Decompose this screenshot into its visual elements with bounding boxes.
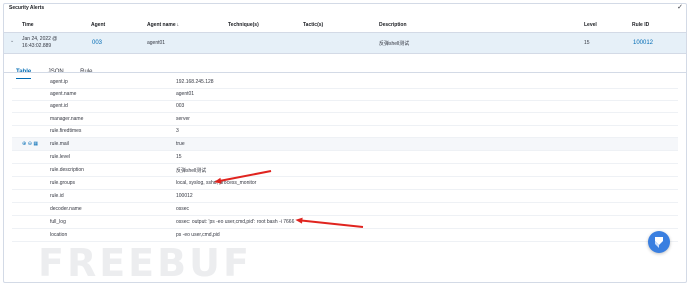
detail-row: full_log ossec: output: 'ps -eo user,cmd… xyxy=(12,216,678,229)
detail-row: rule.description 反弹shell测试 xyxy=(12,164,678,177)
detail-row: ⊕⊖▦ rule.mail true xyxy=(12,138,678,151)
detail-row: agent.id 003 xyxy=(12,100,678,113)
detail-key: rule.mail xyxy=(50,141,69,147)
time-cell: Jan 24, 2022 @ 16:43:02.889 xyxy=(22,36,57,50)
wazuh-logo-icon[interactable] xyxy=(648,231,670,253)
detail-key: agent.id xyxy=(50,103,68,109)
detail-key: rule.level xyxy=(50,154,71,160)
check-icon[interactable]: ✓ xyxy=(677,4,683,11)
rule-id-link[interactable]: 100012 xyxy=(633,40,653,46)
column-level[interactable]: Level xyxy=(584,22,597,28)
detail-value: ps -eo user,cmd,pid xyxy=(176,232,220,238)
column-description[interactable]: Description xyxy=(379,22,407,28)
description-cell: 反弹shell测试 xyxy=(379,41,410,47)
detail-value: ossec xyxy=(176,206,190,212)
time-clock: 16:43:02.889 xyxy=(22,43,52,49)
detail-value: true xyxy=(176,141,185,147)
tabs-divider xyxy=(4,72,686,73)
column-rule-id[interactable]: Rule ID xyxy=(632,22,649,28)
detail-row: decoder.name ossec xyxy=(12,203,678,216)
agent-name-cell: agent01 xyxy=(147,40,166,46)
detail-value: 15 xyxy=(176,154,182,160)
detail-value: 003 xyxy=(176,103,185,109)
column-agent[interactable]: Agent xyxy=(91,22,105,28)
detail-row: rule.groups local, syslog, sshd, process… xyxy=(12,177,678,190)
agent-id-link[interactable]: 003 xyxy=(92,40,102,46)
chevron-down-icon[interactable]: ⌄ xyxy=(10,38,14,44)
level-cell: 15 xyxy=(584,40,590,46)
detail-value: agent01 xyxy=(176,91,195,97)
table-header: Time Agent Agent name↓ Technique(s) Tact… xyxy=(4,21,686,33)
column-time[interactable]: Time xyxy=(22,22,34,28)
detail-row: rule.level 15 xyxy=(12,151,678,164)
detail-key: rule.groups xyxy=(50,180,76,186)
detail-value: 100012 xyxy=(176,193,193,199)
detail-key: full_log xyxy=(50,219,66,225)
detail-tabs: Table JSON Rule xyxy=(16,60,105,79)
watermark: FREEBUF xyxy=(38,241,252,283)
detail-key: manager.name xyxy=(50,116,84,122)
detail-key: location xyxy=(50,232,68,238)
detail-key: agent.ip xyxy=(50,79,68,85)
column-agent-name-label: Agent name xyxy=(147,22,176,28)
detail-row: rule.firedtimes 3 xyxy=(12,125,678,138)
security-alerts-panel: Security Alerts ✓ Time Agent Agent name↓… xyxy=(3,3,687,283)
detail-key: agent.name xyxy=(50,91,77,97)
detail-value: ossec: output: 'ps -eo user,cmd,pid': ro… xyxy=(176,219,295,225)
detail-row: rule.id 100012 xyxy=(12,190,678,203)
row-tools: ⊕⊖▦ xyxy=(22,141,40,147)
time-date: Jan 24, 2022 @ xyxy=(22,36,58,42)
column-agent-name[interactable]: Agent name↓ xyxy=(147,22,179,28)
detail-value: 192.168.245.128 xyxy=(176,79,214,85)
detail-value: 反弹shell测试 xyxy=(176,168,207,174)
detail-value: 3 xyxy=(176,128,179,134)
table-row[interactable]: ⌄ Jan 24, 2022 @ 16:43:02.889 003 agent0… xyxy=(4,33,686,54)
column-tactic[interactable]: Tactic(s) xyxy=(303,22,323,28)
detail-key: rule.firedtimes xyxy=(50,128,82,134)
detail-key: rule.id xyxy=(50,193,64,199)
table-icon[interactable]: ▦ xyxy=(33,141,39,147)
panel-title: Security Alerts xyxy=(9,5,45,11)
detail-key: rule.description xyxy=(50,167,84,173)
arrow-down-icon: ↓ xyxy=(176,22,180,28)
detail-value: server xyxy=(176,116,190,122)
column-technique[interactable]: Technique(s) xyxy=(228,22,259,28)
wazuh-logo-glyph xyxy=(655,237,663,248)
detail-key: decoder.name xyxy=(50,206,82,212)
